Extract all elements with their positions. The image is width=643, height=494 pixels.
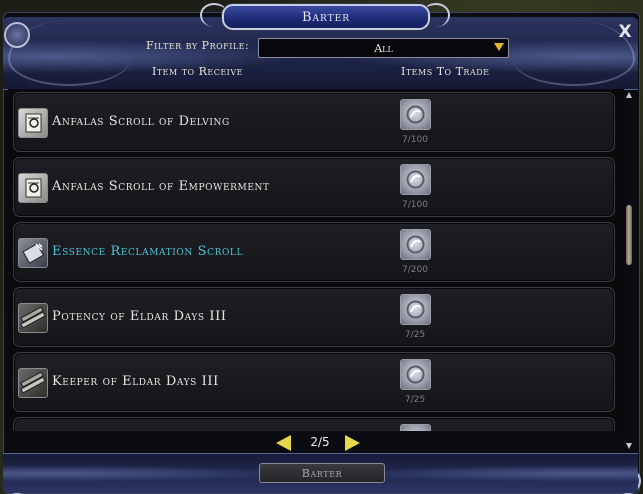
profile-filter-dropdown[interactable]: All bbox=[258, 38, 509, 58]
reclamation-scroll-icon bbox=[18, 238, 48, 268]
barter-row[interactable]: Anfalas Scroll of Empowerment 7/100 bbox=[13, 157, 615, 217]
silver-token-icon bbox=[400, 424, 431, 431]
corner-ornament-icon bbox=[4, 22, 30, 48]
silver-token-icon bbox=[400, 164, 431, 195]
filter-selected-value: All bbox=[374, 41, 393, 55]
scroll-thumb[interactable] bbox=[626, 205, 632, 265]
barter-row[interactable]: Potency of Eldar Days III 7/25 bbox=[13, 287, 615, 347]
silver-token-icon bbox=[400, 359, 431, 390]
rolled-scroll-icon bbox=[18, 303, 48, 333]
item-name: Keeper of Eldar Days III bbox=[52, 374, 219, 389]
silver-token-icon bbox=[400, 294, 431, 325]
barter-item-list: Anfalas Scroll of Delving 7/100 Anfalas … bbox=[8, 89, 624, 431]
dropdown-arrow-icon bbox=[494, 43, 504, 51]
barter-row[interactable]: Keeper of Eldar Days III 7/25 bbox=[13, 352, 615, 412]
barter-row-partial[interactable] bbox=[13, 417, 615, 431]
scroll-rune-icon bbox=[18, 173, 48, 203]
previous-page-arrow-icon[interactable] bbox=[276, 435, 291, 451]
filter-label: Filter by Profile: bbox=[146, 39, 250, 52]
trade-cost: 7/100 bbox=[402, 200, 428, 210]
barter-button[interactable]: Barter bbox=[259, 463, 385, 483]
window-title: Barter bbox=[222, 4, 430, 30]
item-name: Potency of Eldar Days III bbox=[52, 309, 227, 324]
trade-cost: 7/25 bbox=[404, 330, 426, 340]
silver-token-icon bbox=[400, 99, 431, 130]
trade-cost: 7/200 bbox=[402, 265, 428, 275]
scroll-rune-icon bbox=[18, 108, 48, 138]
scroll-up-icon[interactable] bbox=[626, 92, 632, 98]
list-scrollbar[interactable] bbox=[625, 89, 634, 453]
pager: 2/5 bbox=[0, 433, 643, 453]
barter-row[interactable]: Essence Reclamation Scroll 7/200 bbox=[13, 222, 615, 282]
trade-cost: 7/100 bbox=[402, 135, 428, 145]
item-name: Anfalas Scroll of Delving bbox=[52, 114, 230, 129]
trade-cost: 7/25 bbox=[404, 395, 426, 405]
next-page-arrow-icon[interactable] bbox=[345, 435, 360, 451]
rolled-scroll-icon bbox=[18, 368, 48, 398]
column-header-receive: Item to Receive bbox=[152, 65, 243, 78]
close-button[interactable]: X bbox=[614, 21, 636, 43]
column-header-trade: Items To Trade bbox=[401, 65, 490, 78]
silver-token-icon bbox=[400, 229, 431, 260]
page-indicator: 2/5 bbox=[310, 435, 330, 449]
item-name: Essence Reclamation Scroll bbox=[52, 244, 244, 259]
item-name: Anfalas Scroll of Empowerment bbox=[52, 179, 270, 194]
barter-row[interactable]: Anfalas Scroll of Delving 7/100 bbox=[13, 92, 615, 152]
